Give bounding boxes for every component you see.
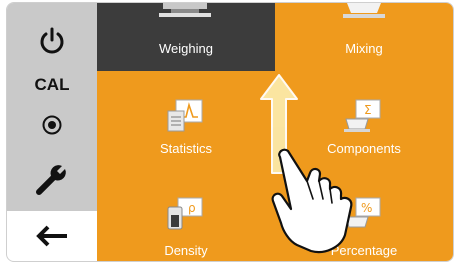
app-mixing[interactable]: Mixing xyxy=(275,3,453,71)
back-arrow-icon xyxy=(36,225,67,247)
wrench-icon xyxy=(36,165,66,195)
power-button[interactable] xyxy=(7,17,97,65)
target-icon xyxy=(42,115,62,135)
density-icon: ρ xyxy=(167,197,203,230)
percentage-icon: % xyxy=(345,197,381,228)
mixing-label: Mixing xyxy=(345,41,383,56)
power-icon xyxy=(40,27,64,54)
app-components[interactable]: Σ Components xyxy=(275,89,453,175)
density-label: Density xyxy=(164,243,208,258)
svg-text:ρ: ρ xyxy=(188,201,196,215)
calibration-button[interactable]: CAL xyxy=(7,67,97,103)
svg-text:Σ: Σ xyxy=(364,103,372,117)
weighing-label: Weighing xyxy=(159,41,213,56)
svg-text:%: % xyxy=(361,201,372,215)
sidebar: CAL xyxy=(7,3,97,261)
balance-icon xyxy=(159,3,211,17)
leveling-button[interactable] xyxy=(7,105,97,145)
app-statistics[interactable]: Statistics xyxy=(97,89,275,175)
statistics-label: Statistics xyxy=(159,141,212,156)
app-weighing[interactable]: Weighing xyxy=(97,3,275,71)
statistics-icon xyxy=(167,99,203,132)
application-grid: Weighing Mixing Statistics Σ Components … xyxy=(97,3,453,261)
device-screen: CAL Weighing Mixing Statistics Σ Compone… xyxy=(6,2,454,262)
mixing-bowl-icon xyxy=(343,3,385,18)
app-density[interactable]: ρ Density xyxy=(97,175,275,261)
components-icon: Σ xyxy=(344,99,381,132)
cal-label: CAL xyxy=(34,75,70,94)
app-percentage[interactable]: % Percentage xyxy=(275,175,453,261)
percentage-label: Percentage xyxy=(330,243,398,258)
back-button[interactable] xyxy=(7,211,97,261)
settings-button[interactable] xyxy=(7,151,97,207)
components-label: Components xyxy=(327,141,401,156)
